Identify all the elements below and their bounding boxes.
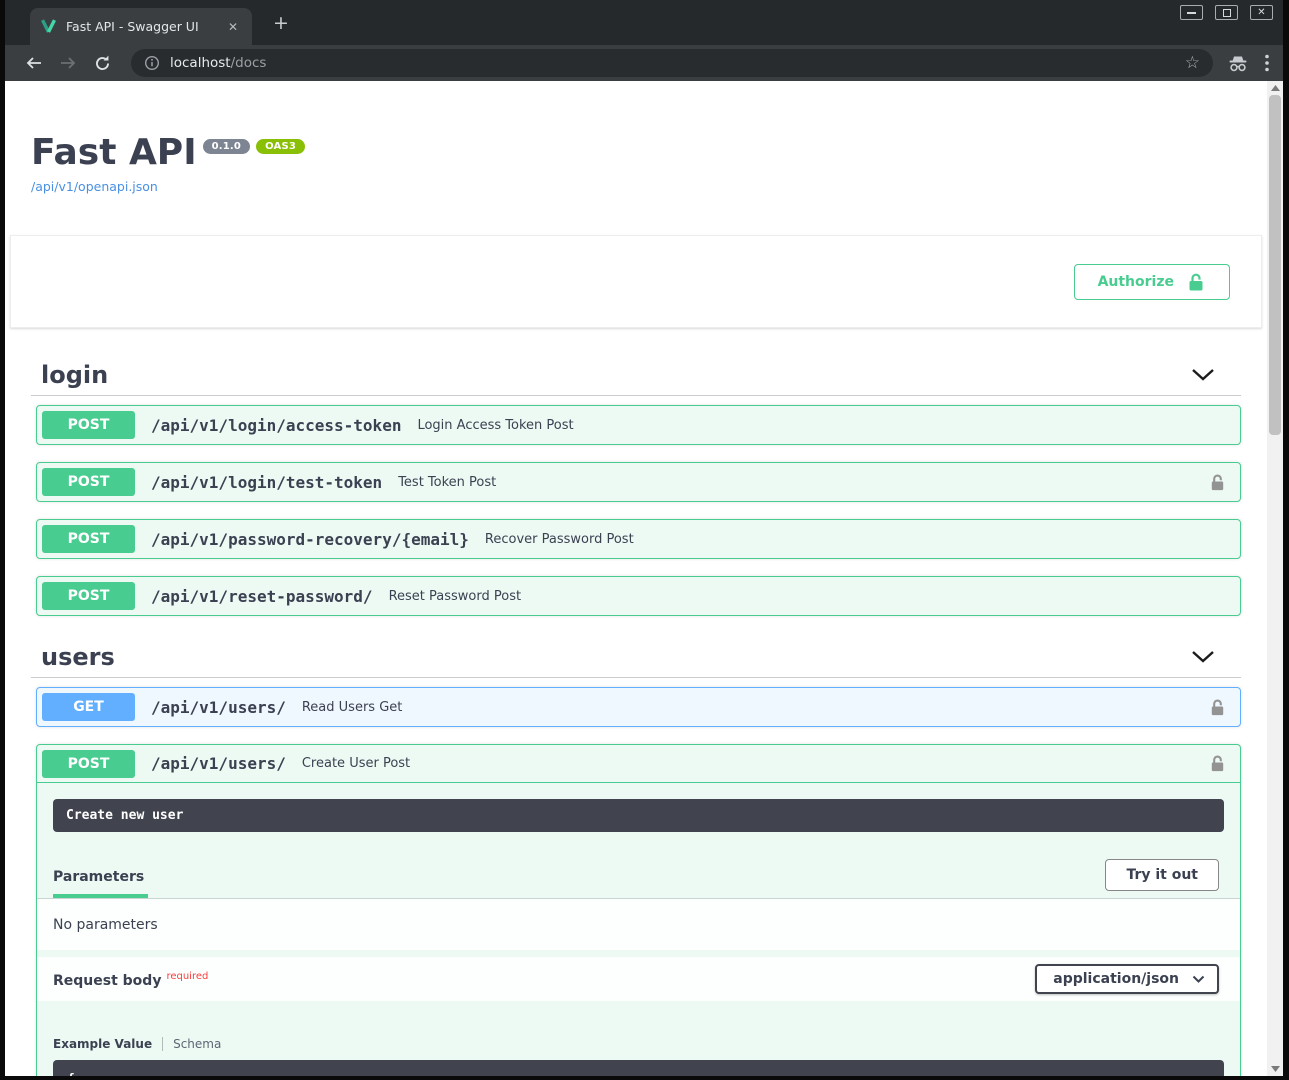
back-arrow-icon	[25, 55, 43, 71]
close-button[interactable]: ✕	[1250, 5, 1273, 20]
oas3-badge: OAS3	[256, 139, 305, 154]
method-badge: GET	[42, 693, 135, 721]
op-summary: Login Access Token Post	[417, 418, 573, 433]
authorize-label: Authorize	[1098, 274, 1174, 290]
unlocked-padlock-icon	[1186, 272, 1206, 292]
tab-title: Fast API - Swagger UI	[66, 19, 224, 34]
method-badge: POST	[42, 525, 135, 553]
openapi-spec-link[interactable]: /api/v1/openapi.json	[31, 179, 158, 194]
auth-lock-button[interactable]	[1208, 698, 1227, 717]
back-button[interactable]	[21, 50, 47, 76]
op-path: /api/v1/users/	[151, 754, 286, 773]
method-badge: POST	[42, 582, 135, 610]
forward-button[interactable]	[55, 50, 81, 76]
maximize-icon	[1223, 9, 1231, 17]
url-path: /docs	[231, 55, 267, 71]
op-summary: Read Users Get	[302, 700, 403, 715]
tab-example-value[interactable]: Example Value	[53, 1037, 152, 1051]
section-header-login[interactable]: login	[31, 354, 1241, 396]
page-scrollbar[interactable]	[1267, 81, 1283, 1076]
media-type-select[interactable]: application/json	[1035, 964, 1219, 994]
scroll-down-arrow[interactable]	[1267, 1062, 1283, 1076]
maximize-button[interactable]	[1215, 5, 1238, 20]
op-summary: Test Token Post	[398, 475, 496, 490]
tag-section-login: login POST /api/v1/login/access-token Lo…	[31, 354, 1241, 616]
window-controls: ✕	[1180, 5, 1273, 20]
request-body-label: Request body	[53, 973, 161, 989]
op-row-create-user[interactable]: POST /api/v1/users/ Create User Post	[37, 745, 1240, 783]
op-path: /api/v1/password-recovery/{email}	[151, 530, 469, 549]
api-info: Fast API 0.1.0 OAS3 /api/v1/openapi.json	[31, 133, 1241, 195]
unlocked-padlock-icon	[1208, 754, 1227, 773]
tab-strip: Fast API - Swagger UI ✕ + ✕	[5, 0, 1283, 45]
op-summary: Reset Password Post	[389, 589, 522, 604]
request-body-section: Request bodyrequired application/json	[37, 957, 1240, 1001]
unlocked-padlock-icon	[1208, 473, 1227, 492]
auth-lock-button[interactable]	[1208, 473, 1227, 492]
section-title: users	[41, 643, 115, 671]
reload-button[interactable]	[89, 50, 115, 76]
minimize-icon	[1187, 12, 1196, 14]
op-path: /api/v1/users/	[151, 698, 286, 717]
new-tab-button[interactable]: +	[267, 10, 295, 36]
parameters-header: Parameters Try it out	[37, 854, 1240, 899]
tab-schema[interactable]: Schema	[173, 1037, 221, 1051]
section-title: login	[41, 361, 108, 389]
url-host: localhost	[170, 55, 231, 71]
browser-window: Fast API - Swagger UI ✕ + ✕	[0, 0, 1289, 1080]
tag-section-users: users GET /api/v1/users/ Read Users Get	[31, 636, 1241, 1076]
unlocked-padlock-icon	[1208, 698, 1227, 717]
method-badge: POST	[42, 411, 135, 439]
example-code-block: {	[53, 1060, 1224, 1076]
op-row-login-test-token[interactable]: POST /api/v1/login/test-token Test Token…	[36, 462, 1241, 502]
scheme-container: Authorize	[10, 235, 1262, 328]
auth-lock-button[interactable]	[1208, 754, 1227, 773]
example-section: Example Value Schema {	[37, 1001, 1240, 1076]
op-row-read-users[interactable]: GET /api/v1/users/ Read Users Get	[36, 687, 1241, 727]
op-path: /api/v1/login/access-token	[151, 416, 401, 435]
bookmark-star-icon[interactable]: ☆	[1185, 55, 1200, 72]
page-content: Fast API 0.1.0 OAS3 /api/v1/openapi.json A…	[5, 81, 1267, 1076]
authorize-button[interactable]: Authorize	[1074, 264, 1230, 300]
menu-dots-icon[interactable]	[1265, 54, 1269, 72]
tab-close-icon[interactable]: ✕	[224, 18, 242, 36]
scrollbar-thumb[interactable]	[1269, 95, 1281, 435]
op-row-password-recovery[interactable]: POST /api/v1/password-recovery/{email} R…	[36, 519, 1241, 559]
page-title: Fast API	[31, 132, 197, 173]
tab-parameters[interactable]: Parameters	[53, 857, 148, 898]
op-summary: Recover Password Post	[485, 532, 634, 547]
browser-toolbar: localhost/docs ☆	[5, 45, 1283, 81]
scroll-up-arrow[interactable]	[1267, 81, 1283, 95]
op-summary: Create User Post	[302, 756, 410, 771]
chevron-down-icon	[1192, 975, 1205, 983]
chevron-down-icon	[1191, 368, 1215, 381]
method-badge: POST	[42, 750, 135, 778]
no-parameters-text: No parameters	[37, 899, 1240, 950]
version-badge: 0.1.0	[203, 139, 250, 154]
op-expanded-create-user: POST /api/v1/users/ Create User Post Cre…	[36, 744, 1241, 1076]
op-row-login-access-token[interactable]: POST /api/v1/login/access-token Login Ac…	[36, 405, 1241, 445]
section-header-users[interactable]: users	[31, 636, 1241, 678]
browser-tab[interactable]: Fast API - Swagger UI ✕	[30, 8, 252, 45]
info-icon	[144, 55, 160, 71]
operation-description: Create new user	[53, 799, 1224, 832]
address-bar[interactable]: localhost/docs ☆	[131, 49, 1213, 77]
incognito-icon	[1227, 55, 1249, 72]
try-it-out-button[interactable]: Try it out	[1105, 859, 1219, 891]
tab-divider	[162, 1037, 163, 1051]
reload-icon	[94, 55, 111, 72]
op-row-reset-password[interactable]: POST /api/v1/reset-password/ Reset Passw…	[36, 576, 1241, 616]
media-type-value: application/json	[1053, 971, 1179, 987]
method-badge: POST	[42, 468, 135, 496]
chevron-down-icon	[1191, 650, 1215, 663]
required-badge: required	[161, 971, 208, 982]
minimize-button[interactable]	[1180, 5, 1203, 20]
fastapi-favicon	[40, 19, 57, 34]
forward-arrow-icon	[59, 55, 77, 71]
op-path: /api/v1/login/test-token	[151, 473, 382, 492]
op-path: /api/v1/reset-password/	[151, 587, 373, 606]
